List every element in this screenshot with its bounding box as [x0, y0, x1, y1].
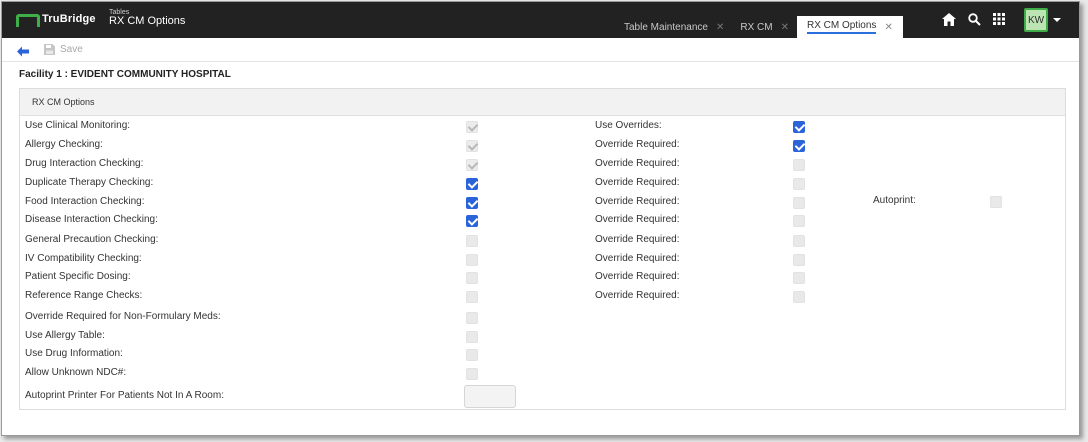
duplicate-therapy-checking-label: Duplicate Therapy Checking:	[25, 177, 154, 188]
autoprint-printer-input[interactable]	[464, 385, 516, 408]
tab-rx-cm[interactable]: RX CM ✕	[732, 16, 797, 38]
use-clinical-monitoring-checkbox[interactable]	[466, 121, 478, 133]
override-required-label: Override Required:	[595, 234, 680, 245]
override-required-label: Override Required:	[595, 158, 680, 169]
override-required-for-non-formulary-meds-label: Override Required for Non-Formulary Meds…	[25, 311, 221, 322]
iv-compatibility-checking-label: IV Compatibility Checking:	[25, 253, 142, 264]
drug-interaction-checking-label: Drug Interaction Checking:	[25, 158, 144, 169]
app-window: TruBridge Tables RX CM Options Table Mai…	[1, 1, 1080, 436]
facility-title: Facility 1 : EVIDENT COMMUNITY HOSPITAL	[19, 69, 231, 80]
close-icon[interactable]: ✕	[716, 22, 724, 33]
page-titles: Tables RX CM Options	[109, 9, 185, 28]
autoprint-printer-label: Autoprint Printer For Patients Not In A …	[25, 390, 224, 401]
override-required-label: Override Required:	[595, 139, 680, 150]
allow-unknown-ndc-label: Allow Unknown NDC#:	[25, 367, 127, 378]
user-avatar[interactable]: KW	[1024, 8, 1048, 32]
override-required-label: Override Required:	[595, 214, 680, 225]
override-required-checkbox[interactable]	[793, 291, 805, 303]
general-precaution-checking-checkbox[interactable]	[466, 235, 478, 247]
override-required-checkbox[interactable]	[793, 235, 805, 247]
override-required-label: Override Required:	[595, 253, 680, 264]
page-title: RX CM Options	[109, 15, 186, 28]
override-required-checkbox[interactable]	[793, 140, 805, 152]
override-required-label: Override Required:	[595, 196, 680, 207]
use-clinical-monitoring-label: Use Clinical Monitoring:	[25, 120, 131, 131]
food-interaction-checking-checkbox[interactable]	[466, 197, 478, 209]
tab-label: RX CM Options	[806, 20, 877, 34]
apps-grid-icon[interactable]	[992, 12, 1006, 26]
use-allergy-table-label: Use Allergy Table:	[25, 330, 105, 341]
reference-range-checks-label: Reference Range Checks:	[25, 290, 143, 301]
search-icon[interactable]	[967, 12, 981, 26]
override-required-checkbox[interactable]	[793, 197, 805, 209]
allergy-checking-label: Allergy Checking:	[25, 139, 103, 150]
tab-table-maintenance[interactable]: Table Maintenance ✕	[616, 16, 732, 38]
general-precaution-checking-label: General Precaution Checking:	[25, 234, 159, 245]
override-required-checkbox[interactable]	[793, 159, 805, 171]
close-icon[interactable]: ✕	[884, 22, 892, 33]
tab-label: Table Maintenance	[624, 21, 708, 33]
override-required-checkbox[interactable]	[793, 254, 805, 266]
patient-specific-dosing-checkbox[interactable]	[466, 272, 478, 284]
toolbar: Save	[2, 38, 1079, 62]
use-overrides-label: Use Overrides:	[595, 120, 662, 131]
allow-unknown-ndc-checkbox[interactable]	[466, 368, 478, 380]
disease-interaction-checking-checkbox[interactable]	[466, 215, 478, 227]
top-header: TruBridge Tables RX CM Options Table Mai…	[2, 2, 1079, 38]
use-overrides-checkbox[interactable]	[793, 121, 805, 133]
chevron-down-icon[interactable]	[1053, 18, 1061, 22]
rx-cm-options-panel: RX CM Options Autoprint: Autoprint Print…	[19, 88, 1066, 410]
patient-specific-dosing-label: Patient Specific Dosing:	[25, 271, 131, 282]
override-required-checkbox[interactable]	[793, 272, 805, 284]
allergy-checking-checkbox[interactable]	[466, 140, 478, 152]
save-button[interactable]: Save	[44, 44, 83, 55]
override-required-label: Override Required:	[595, 290, 680, 301]
save-icon	[44, 44, 55, 55]
reference-range-checks-checkbox[interactable]	[466, 291, 478, 303]
override-required-label: Override Required:	[595, 177, 680, 188]
use-drug-information-label: Use Drug Information:	[25, 348, 123, 359]
tab-rx-cm-options[interactable]: RX CM Options ✕	[796, 16, 903, 38]
override-required-checkbox[interactable]	[793, 178, 805, 190]
override-required-for-non-formulary-meds-checkbox[interactable]	[466, 312, 478, 324]
override-required-label: Override Required:	[595, 271, 680, 282]
autoprint-checkbox[interactable]	[990, 196, 1002, 208]
logo-icon	[16, 14, 40, 27]
header-icons	[942, 12, 1006, 26]
duplicate-therapy-checking-checkbox[interactable]	[466, 178, 478, 190]
override-required-checkbox[interactable]	[793, 215, 805, 227]
drug-interaction-checking-checkbox[interactable]	[466, 159, 478, 171]
disease-interaction-checking-label: Disease Interaction Checking:	[25, 214, 158, 225]
home-icon[interactable]	[942, 12, 956, 26]
back-arrow-icon[interactable]	[17, 44, 29, 57]
tab-label: RX CM	[740, 21, 773, 33]
autoprint-label: Autoprint:	[873, 195, 916, 206]
panel-title: RX CM Options	[20, 89, 1065, 116]
food-interaction-checking-label: Food Interaction Checking:	[25, 196, 145, 207]
close-icon[interactable]: ✕	[781, 22, 789, 33]
tab-strip: Table Maintenance ✕ RX CM ✕ RX CM Option…	[616, 16, 903, 38]
iv-compatibility-checking-checkbox[interactable]	[466, 254, 478, 266]
logo-text: TruBridge	[42, 13, 96, 25]
save-label: Save	[60, 44, 83, 55]
use-allergy-table-checkbox[interactable]	[466, 331, 478, 343]
use-drug-information-checkbox[interactable]	[466, 349, 478, 361]
trubridge-logo[interactable]: TruBridge	[16, 13, 96, 27]
